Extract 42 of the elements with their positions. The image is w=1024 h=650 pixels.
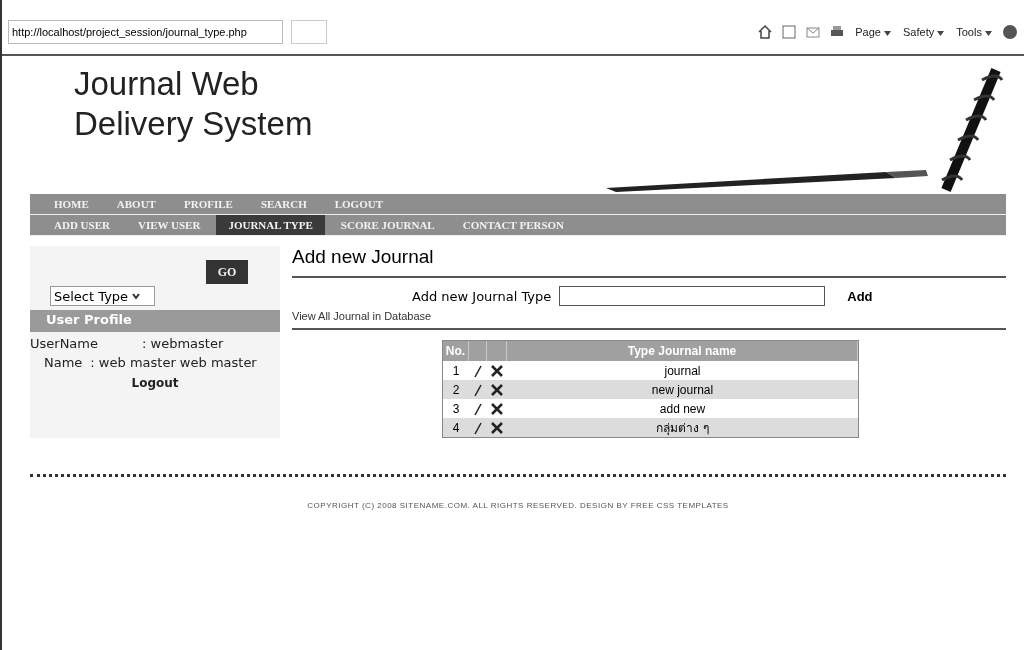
address-bar[interactable]: http://localhost/project_session/journal_type.php (8, 20, 283, 44)
chevron-down-icon (132, 293, 141, 299)
table-cell-text: journal (663, 363, 702, 378)
go-button[interactable]: GO (206, 260, 248, 284)
delete-icon[interactable] (491, 383, 503, 396)
field-label: Add new Journal Type (412, 288, 552, 304)
home-icon[interactable] (757, 24, 774, 40)
name-value: : web master web master (90, 355, 257, 370)
table-cell-text: 3 (451, 401, 461, 416)
edit-icon[interactable] (473, 420, 483, 435)
name-label: Name (44, 355, 83, 370)
menu-command[interactable]: Page (853, 26, 893, 38)
search-field[interactable] (291, 20, 327, 44)
page-heading: Add new Journal (292, 246, 1006, 278)
username-value: : webmaster (142, 336, 224, 351)
table-cell-text: new journal (650, 382, 715, 397)
copyright-text: COPYRIGHT (C) 2008 SITENAME.COM. ALL RIGHTS RESERVED. DESIGN BY FREE CSS TEMPLATES (307, 501, 729, 510)
table-cell-text: กลุ่มต่าง ๆ (655, 420, 710, 437)
caret-icon (884, 31, 891, 36)
table-cell-text: 1 (451, 363, 461, 378)
logout-link[interactable]: Logout (131, 376, 179, 390)
caret-icon (985, 31, 992, 36)
menu-command[interactable]: Safety (901, 26, 947, 38)
table-cell-text: add new (658, 401, 707, 416)
username-label: UserName (30, 336, 98, 351)
journal-type-input[interactable] (559, 286, 826, 306)
caret-icon (937, 31, 945, 36)
delete-icon[interactable] (491, 364, 503, 377)
profile-title: User Profile (30, 310, 280, 332)
delete-icon[interactable] (491, 402, 503, 415)
view-all-link[interactable]: View All Journal in Database (292, 306, 1006, 330)
nav-link[interactable]: JOURNAL TYPE (216, 215, 325, 235)
site-title: Journal Web Delivery System (74, 64, 314, 144)
edit-icon[interactable] (473, 401, 483, 416)
type-select[interactable]: Select Type (50, 286, 155, 306)
table-cell-text: 4 (451, 420, 461, 435)
edit-icon[interactable] (473, 363, 483, 378)
table-cell-text: 2 (451, 382, 461, 397)
edit-icon[interactable] (473, 382, 483, 397)
delete-icon[interactable] (491, 421, 503, 434)
add-button[interactable]: Add (841, 287, 879, 305)
menu-command[interactable]: Tools (954, 26, 994, 38)
